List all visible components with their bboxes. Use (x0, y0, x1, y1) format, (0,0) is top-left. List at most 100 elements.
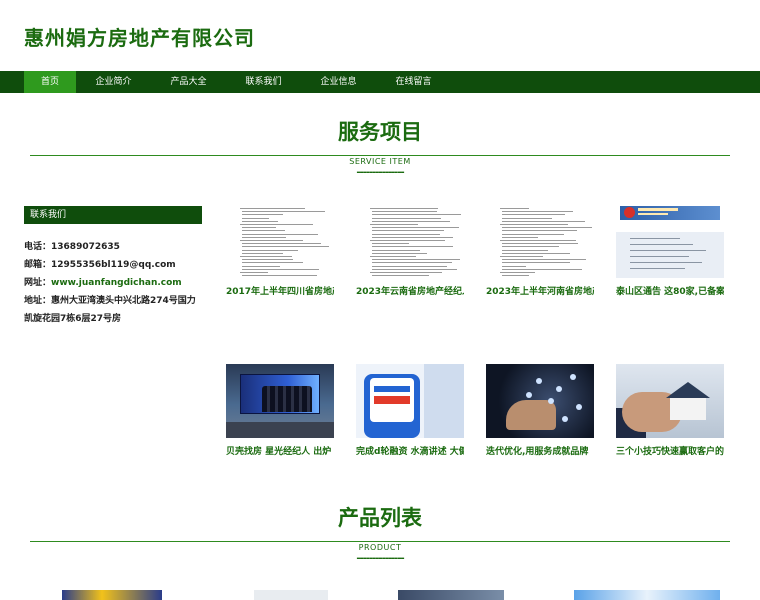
product-thumbnail[interactable] (62, 590, 162, 600)
document-text-line (372, 227, 459, 229)
products-dashes: --------------- (356, 553, 404, 564)
nav-about[interactable]: 企业简介 (76, 71, 151, 93)
document-text-line (242, 220, 278, 222)
site-title[interactable]: 惠州娟方房地产有限公司 (24, 22, 255, 51)
phone-label: 电话： (24, 242, 52, 252)
card-thumbnail[interactable] (486, 204, 594, 278)
document-text-line (242, 265, 280, 267)
house-wall-graphic (670, 398, 706, 420)
service-card[interactable]: 三个小技巧快速赢取客户的 (616, 364, 724, 457)
document-text-line (372, 220, 451, 222)
product-thumbnail[interactable] (398, 590, 504, 600)
page-text-line (630, 262, 702, 263)
document-text-line (242, 217, 270, 219)
network-node-icon (556, 386, 562, 392)
services-dashes: --------------- (356, 167, 404, 178)
document-text-line (502, 252, 571, 254)
document-text-line (500, 272, 535, 273)
people-graphic (262, 386, 312, 412)
nav-contact[interactable]: 联系我们 (226, 71, 301, 93)
contact-phone-row: 电话：13689072635 (24, 238, 202, 256)
house-roof-icon (666, 382, 710, 398)
contact-heading: 联系我们 (24, 206, 202, 224)
card-thumbnail[interactable] (616, 364, 724, 438)
document-text-line (502, 211, 574, 213)
card-caption[interactable]: 泰山区通告 这80家,已备案 (616, 284, 724, 297)
background-graphic (424, 364, 464, 438)
document-text-line (240, 272, 269, 273)
service-card[interactable]: 贝壳找房 星光经纪人 出炉 诠 (226, 364, 334, 457)
card-thumbnail[interactable] (356, 364, 464, 438)
card-caption[interactable]: 三个小技巧快速赢取客户的 (616, 444, 724, 457)
document-text-line (502, 230, 577, 232)
card-thumbnail[interactable] (486, 364, 594, 438)
service-card[interactable]: 2023年云南省房地产经纪人 (356, 204, 464, 297)
nav-products[interactable]: 产品大全 (151, 71, 226, 93)
document-text-line (502, 246, 560, 248)
document-text-line (372, 268, 457, 270)
card-thumbnail[interactable] (226, 364, 334, 438)
document-text-line (372, 236, 453, 238)
service-card[interactable]: 迭代优化,用服务成就品牌 (486, 364, 594, 457)
network-node-icon (576, 404, 582, 410)
card-caption[interactable]: 贝壳找房 星光经纪人 出炉 诠 (226, 444, 334, 457)
card-caption[interactable]: 2023年云南省房地产经纪人 (356, 284, 464, 297)
document-text-line (370, 256, 416, 257)
product-thumbnail[interactable] (254, 590, 328, 600)
hand-graphic (506, 400, 556, 430)
card-caption[interactable]: 迭代优化,用服务成就品牌 (486, 444, 594, 457)
document-text-line (242, 236, 286, 238)
document-text-line (502, 249, 549, 251)
nav-home[interactable]: 首页 (24, 71, 76, 93)
document-text-line (242, 275, 317, 277)
document-text-line (502, 217, 553, 219)
card-thumbnail[interactable] (356, 204, 464, 278)
document-text-line (242, 249, 299, 251)
nav-message[interactable]: 在线留言 (376, 71, 451, 93)
document-text-line (502, 275, 530, 277)
document-text-line (372, 233, 441, 235)
page-text-line (630, 244, 693, 245)
products-subtitle: PRODUCT (0, 535, 760, 554)
document-text-line (372, 262, 452, 264)
document-text-line (500, 240, 577, 241)
document-text-line (372, 275, 429, 277)
product-thumbnail[interactable] (574, 590, 720, 600)
network-node-icon (562, 416, 568, 422)
document-text-line (242, 262, 303, 264)
card-thumbnail[interactable] (616, 204, 724, 278)
document-text-line (502, 259, 587, 261)
page-text-line (630, 256, 689, 257)
document-text-line (502, 243, 578, 245)
screen-text-graphic (374, 396, 410, 404)
document-text-line (502, 268, 582, 270)
document-text-line (500, 208, 529, 209)
service-card[interactable]: 2017年上半年四川省房地产 (226, 204, 334, 297)
document-text-line (242, 268, 319, 270)
email-label: 邮箱： (24, 260, 52, 270)
document-text-line (370, 240, 446, 241)
document-text-line (370, 272, 442, 273)
document-text-line (242, 233, 319, 235)
site-link[interactable]: www.juanfangdichan.com (51, 278, 182, 288)
services-title: 服务项目 (338, 120, 422, 144)
service-card[interactable]: 泰山区通告 这80家,已备案 (616, 204, 724, 297)
document-text-line (242, 230, 285, 232)
main-nav: 首页 企业简介 产品大全 联系我们 企业信息 在线留言 (0, 71, 760, 93)
document-text-line (372, 246, 454, 248)
services-subtitle-text: SERVICE ITEM (341, 157, 419, 166)
banner-text-graphic (638, 213, 668, 215)
card-thumbnail[interactable] (226, 204, 334, 278)
service-card[interactable]: 2023年上半年河南省房地产 (486, 204, 594, 297)
card-caption[interactable]: 2017年上半年四川省房地产 (226, 284, 334, 297)
document-text-line (502, 233, 565, 235)
document-text-line (242, 214, 283, 216)
card-caption[interactable]: 2023年上半年河南省房地产 (486, 284, 594, 297)
emblem-icon (624, 207, 635, 218)
card-caption[interactable]: 完成d轮融资 水滴讲述 大健 (356, 444, 464, 457)
document-text-line (240, 224, 314, 225)
network-node-icon (570, 374, 576, 380)
service-card[interactable]: 完成d轮融资 水滴讲述 大健 (356, 364, 464, 457)
network-node-icon (526, 392, 532, 398)
nav-company-info[interactable]: 企业信息 (301, 71, 376, 93)
